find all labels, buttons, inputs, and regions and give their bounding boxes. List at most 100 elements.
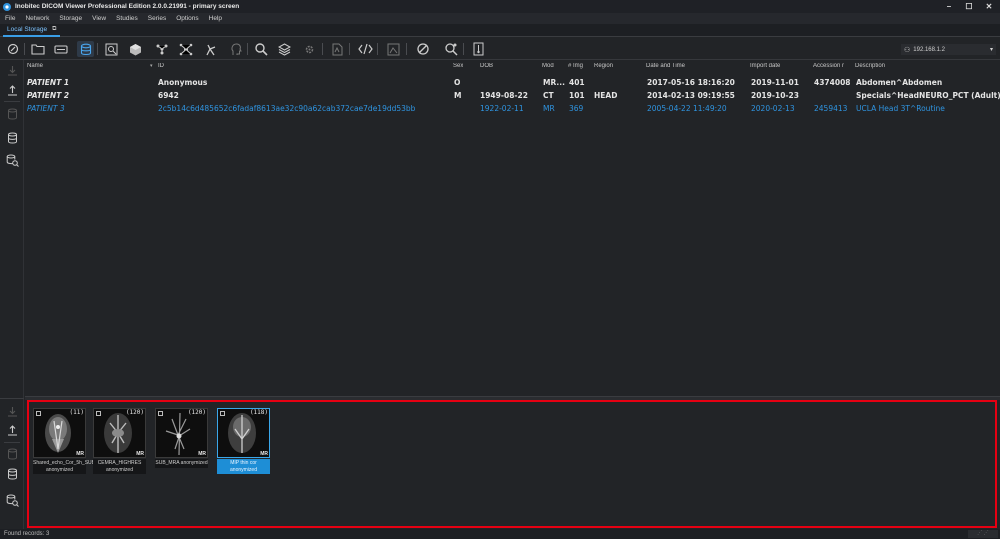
col-description[interactable]: Description [855, 63, 885, 69]
sidebar-separator [0, 398, 24, 399]
tab-local-storage[interactable]: Local Storage ⧉ [3, 24, 61, 37]
database-search-icon[interactable] [4, 492, 20, 508]
toolbar-separator [24, 43, 25, 55]
download-icon[interactable] [4, 62, 20, 78]
series-checkbox[interactable] [158, 411, 163, 416]
head-icon[interactable] [227, 41, 244, 57]
table-row[interactable]: PATIENT 2 6942 M 1949-08-22 CT 101 HEAD … [25, 91, 1000, 104]
col-img[interactable]: # Img [568, 63, 583, 69]
menu-network[interactable]: Network [20, 15, 54, 22]
skeleton-icon[interactable] [202, 41, 219, 57]
series-checkbox[interactable] [96, 411, 101, 416]
toolbar-separator [247, 43, 248, 55]
col-region[interactable]: Region [594, 63, 613, 69]
table-row[interactable]: PATIENT 1 Anonymous O MR... 401 2017-05-… [25, 78, 1000, 91]
ecg-icon[interactable] [470, 41, 487, 57]
close-button[interactable]: ✕ [984, 2, 994, 11]
series-thumbnail[interactable]: (120) MR SUB_MRA anonymized [155, 408, 208, 480]
settings-icon[interactable] [301, 41, 318, 57]
cell-name: PATIENT 3 [27, 104, 65, 113]
minimize-button[interactable]: – [944, 2, 954, 11]
menu-help[interactable]: Help [204, 15, 227, 22]
col-mod[interactable]: Mod [542, 63, 554, 69]
series-description: MIP thin cor anonymized [217, 459, 270, 474]
col-accession[interactable]: Accession r [813, 63, 851, 69]
folder-icon[interactable] [29, 41, 46, 57]
database-stack-icon[interactable] [4, 130, 20, 146]
resize-grip-icon[interactable]: ⋰ ⋰ [968, 530, 998, 538]
server-select[interactable]: ⚇ 192.168.1.2 ▾ [901, 44, 996, 55]
series-checkbox[interactable] [220, 411, 225, 416]
sidebar-separator [4, 101, 20, 102]
search-image-icon[interactable] [103, 41, 120, 57]
app-logo-icon [3, 2, 11, 11]
menu-bar: File Network Storage View Studies Series… [0, 13, 1000, 24]
toolbar-separator [322, 43, 323, 55]
series-checkbox[interactable] [36, 411, 41, 416]
link-icon[interactable] [4, 41, 21, 57]
upload-icon[interactable] [4, 82, 20, 98]
pdf-icon[interactable] [329, 41, 346, 57]
toolbar-separator [463, 43, 464, 55]
database-disabled-icon[interactable] [4, 106, 20, 122]
col-import[interactable]: Import date [750, 63, 780, 69]
col-name[interactable]: Name [27, 63, 43, 69]
menu-view[interactable]: View [87, 15, 111, 22]
toolbar-separator [97, 43, 98, 55]
database-stack-icon[interactable] [4, 466, 20, 482]
cell-mod: CT [543, 91, 554, 100]
cell-name: PATIENT 2 [27, 91, 70, 100]
menu-options[interactable]: Options [171, 15, 203, 22]
series-modality: MR [136, 451, 144, 457]
cell-datetime: 2005-04-22 11:49:20 [647, 104, 727, 113]
sort-descending-icon: ▾ [150, 63, 153, 69]
menu-storage[interactable]: Storage [54, 15, 87, 22]
table-row-selected[interactable]: PATIENT 3 2c5b14c6d485652c6fadaf8613ae32… [25, 104, 1000, 117]
series-thumbnail[interactable]: (120) MR CEMRA_HIGHRES anonymized [93, 408, 146, 480]
studies-table: Name ▾ ID Sex DOB Mod # Img Region Date … [25, 61, 1000, 396]
upload-icon[interactable] [4, 422, 20, 438]
left-sidebar [0, 60, 24, 530]
cell-id: 2c5b14c6d485652c6fadaf8613ae32c90a62cab3… [158, 104, 416, 113]
anonymize-icon[interactable] [414, 41, 431, 57]
maximize-button[interactable]: ☐ [964, 2, 974, 11]
database-icon[interactable] [77, 41, 94, 57]
cell-import: 2019-11-01 [751, 78, 799, 87]
series-thumbnail-selected[interactable]: (118) MR MIP thin cor anonymized [217, 408, 270, 480]
status-bar: Found records: 3 ⋰ ⋰ [0, 529, 1000, 539]
series-thumbnail[interactable]: (11) MR Shared_echo_Cor_5h_SUB_MIP_COR a… [33, 408, 121, 480]
download-icon[interactable] [4, 403, 20, 419]
title-bar: Inobitec DICOM Viewer Professional Editi… [0, 0, 1000, 13]
code-icon[interactable] [357, 41, 374, 57]
menu-series[interactable]: Series [143, 15, 171, 22]
detach-tab-icon[interactable]: ⧉ [52, 26, 56, 33]
series-description: SUB_MRA anonymized [155, 459, 208, 468]
menu-file[interactable]: File [0, 15, 20, 22]
cell-dob: 1922-02-11 [480, 104, 524, 113]
toolbar-separator [377, 43, 378, 55]
cell-accession: 4374008 [814, 78, 851, 87]
col-datetime[interactable]: Date and Time [646, 63, 685, 69]
cell-id: 6942 [158, 91, 179, 100]
col-sex[interactable]: Sex [453, 63, 463, 69]
cell-import: 2020-02-13 [751, 104, 795, 113]
database-disabled-icon[interactable] [4, 446, 20, 462]
grid-image-icon[interactable] [385, 41, 402, 57]
database-search-icon[interactable] [4, 152, 20, 168]
cell-description: Specials^HeadNEURO_PCT (Adult) [856, 91, 1000, 100]
gear-search-icon[interactable] [252, 41, 269, 57]
scanner-icon[interactable] [52, 41, 69, 57]
cell-img: 101 [569, 91, 585, 100]
network-icon[interactable] [177, 41, 194, 57]
search-settings-icon[interactable] [442, 41, 459, 57]
series-image-count: (118) [249, 409, 268, 416]
layers-icon[interactable] [276, 41, 293, 57]
menu-studies[interactable]: Studies [111, 15, 143, 22]
molecule-icon[interactable] [153, 41, 170, 57]
tab-bar: Local Storage ⧉ [0, 24, 1000, 37]
cell-img: 401 [569, 78, 585, 87]
col-dob[interactable]: DOB [480, 63, 493, 69]
window-title: Inobitec DICOM Viewer Professional Editi… [15, 3, 240, 10]
col-id[interactable]: ID [158, 63, 164, 69]
cube-icon[interactable] [127, 41, 144, 57]
